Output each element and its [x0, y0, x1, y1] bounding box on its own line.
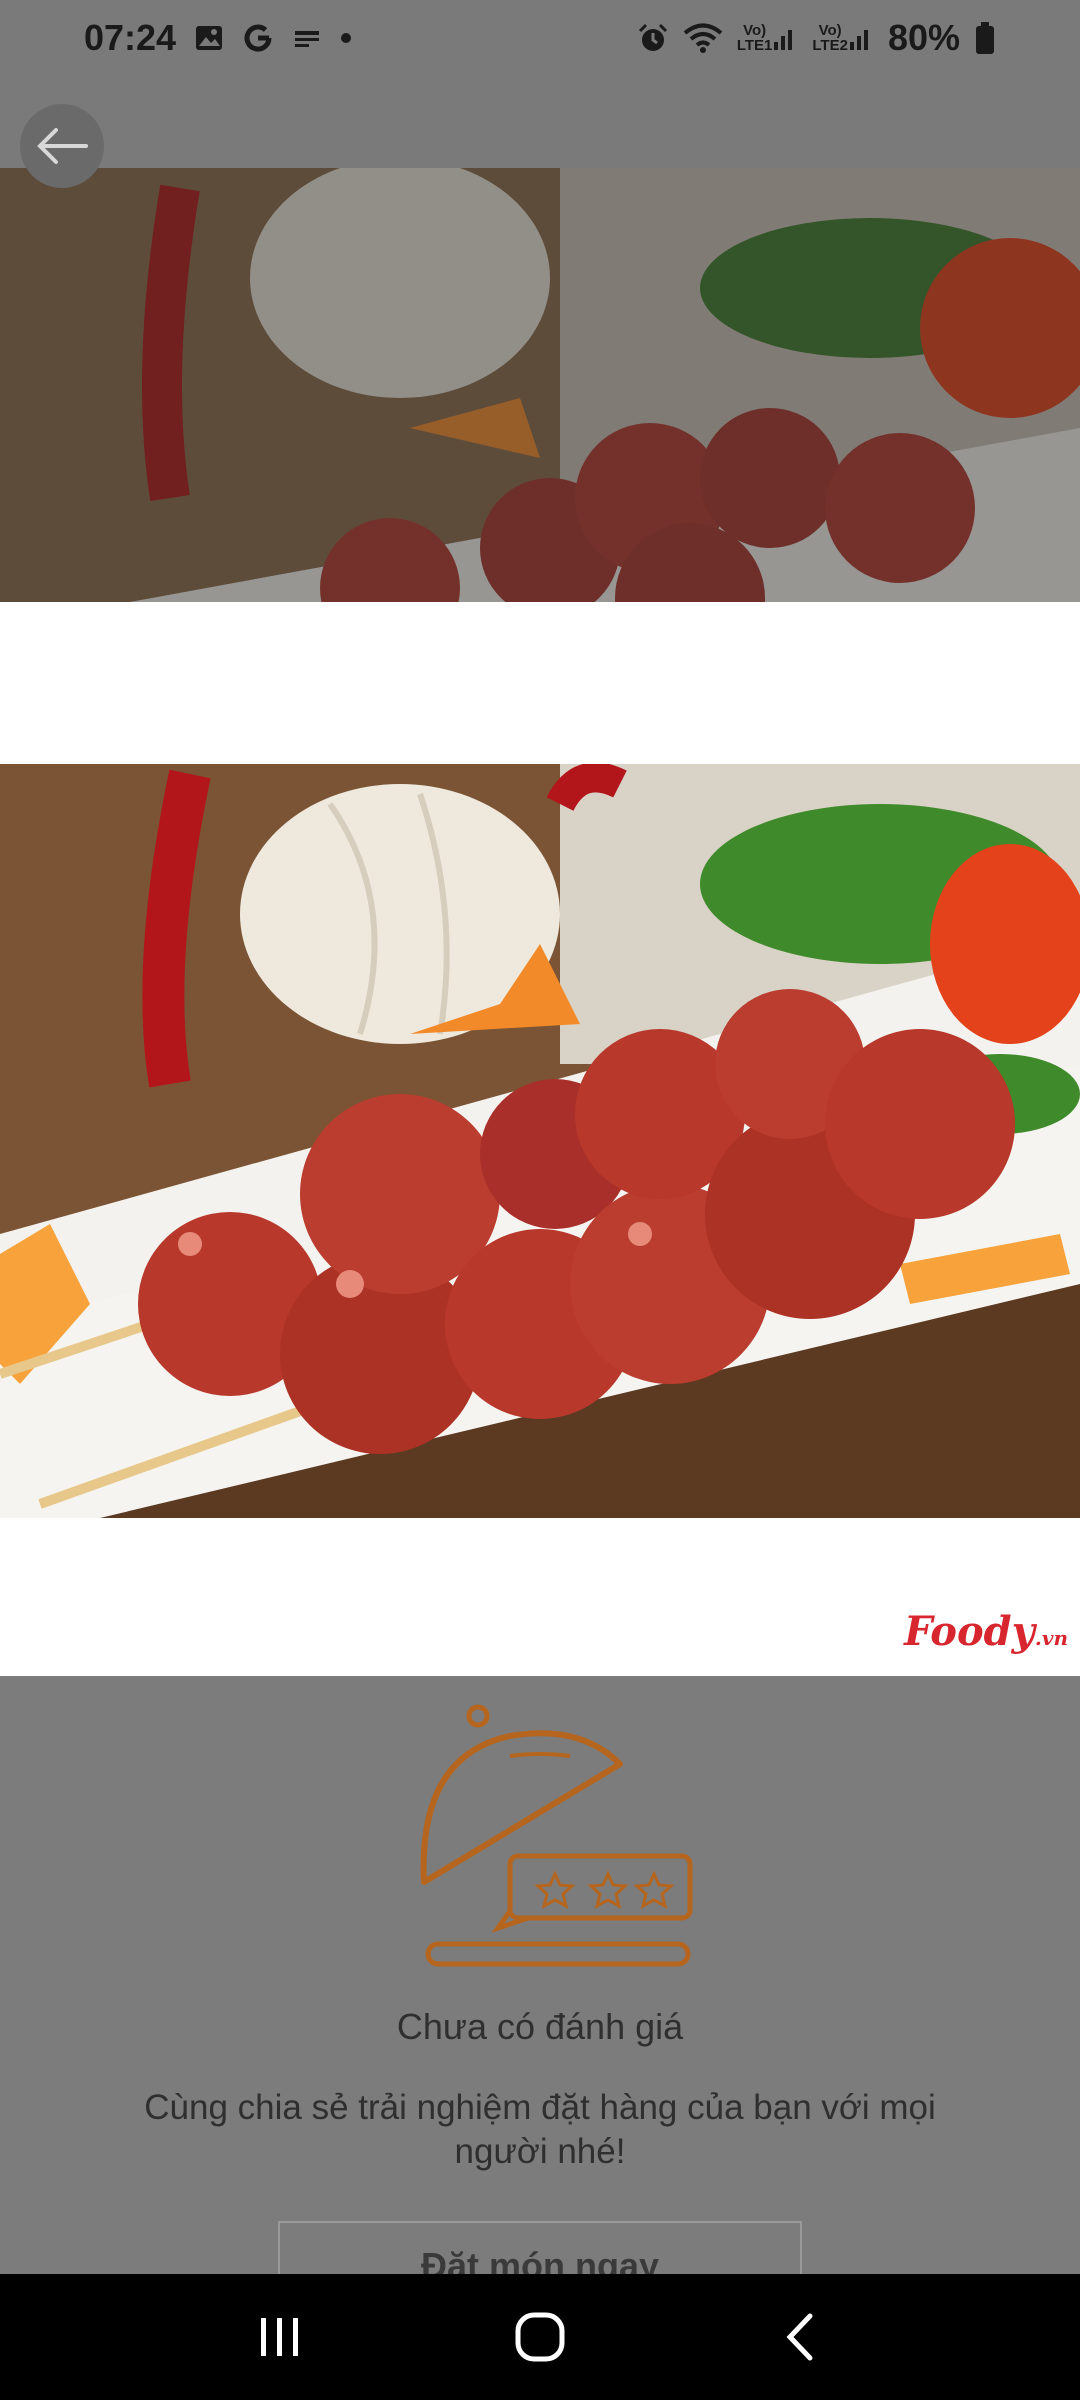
nav-back-button[interactable] [755, 2292, 845, 2382]
alarm-icon [637, 22, 669, 54]
lte1-signal-icon: Vo) LTE1 [737, 23, 799, 53]
food-photo-preview [0, 168, 1080, 602]
status-bar: 07:24 Vo) LTE1 Vo) LTE2 80% [0, 0, 1080, 76]
sim2-label-bottom: LTE2 [812, 37, 848, 54]
food-cloche-rating-icon [420, 1704, 693, 1967]
gallery-icon [194, 23, 224, 53]
header-overlay [0, 76, 1080, 168]
dot-icon [340, 32, 352, 44]
navigation-bar [0, 2274, 1080, 2400]
photo-spacer [0, 602, 1080, 764]
recent-apps-button[interactable] [235, 2292, 325, 2382]
battery-percentage: 80% [887, 17, 960, 58]
logo-suffix: .vn [1034, 1626, 1068, 1650]
lte2-signal-icon: Vo) LTE2 [812, 23, 874, 53]
logo-main: Foody [904, 1608, 1035, 1655]
foody-logo: Foody.vn [904, 1608, 1068, 1655]
home-button[interactable] [495, 2292, 585, 2382]
battery-icon [974, 21, 996, 55]
google-icon [242, 22, 274, 54]
empty-review-section: Chưa có đánh giá Cùng chia sẻ trải nghiệ… [0, 1676, 1080, 2301]
nav-back-icon [786, 2313, 813, 2361]
sim1-label-bottom: LTE1 [736, 37, 773, 54]
home-icon [515, 2312, 565, 2362]
food-photo [0, 764, 1080, 1518]
wifi-icon [683, 22, 723, 54]
status-time: 07:24 [84, 17, 177, 58]
arrow-left-icon [37, 128, 88, 164]
notification-app-icon [292, 23, 322, 53]
empty-review-description: Cùng chia sẻ trải nghiệm đặt hàng của bạ… [144, 2088, 936, 2171]
back-button[interactable] [20, 104, 104, 188]
recent-apps-icon [261, 2318, 298, 2356]
empty-review-title: Chưa có đánh giá [396, 2006, 684, 2047]
